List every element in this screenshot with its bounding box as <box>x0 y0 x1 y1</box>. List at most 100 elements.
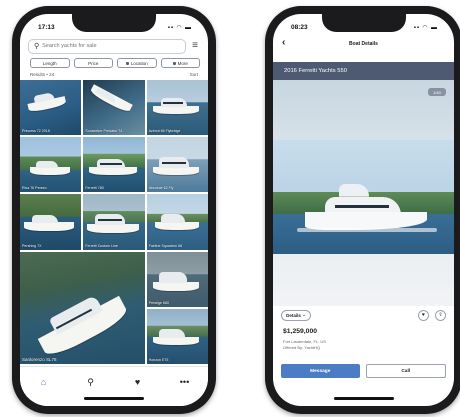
yacht-tile[interactable]: Ferretti 780 <box>83 137 145 193</box>
phone-notch <box>321 14 406 32</box>
home-indicator <box>333 397 394 400</box>
yacht-image <box>158 271 187 283</box>
boat-price: $1,259,000 <box>283 328 318 335</box>
search-results-screen: 17:13 ▪▪ ◠ ▬ ⚲ ≡ Length Price Location M… <box>20 14 208 406</box>
yacht-image <box>100 163 123 166</box>
message-button[interactable]: Message <box>281 364 360 378</box>
favorite-heart-button[interactable]: ♥ <box>418 309 429 321</box>
yacht-tile[interactable]: Fairline Squadron 68 <box>146 194 208 250</box>
tile-caption: Prestige 680 <box>148 300 169 305</box>
yacht-image <box>24 222 74 232</box>
tile-caption: Ferretti 780 <box>85 186 104 191</box>
bottom-tab-bar: ⌂ ⚲ ♥ ••• <box>20 366 208 406</box>
yacht-image <box>152 336 199 345</box>
tile-caption: Azimut 66 Flybridge <box>148 129 181 134</box>
results-row: Results • 24 Sort <box>30 72 198 77</box>
chevron-down-icon: ⌄ <box>300 312 306 317</box>
search-icon[interactable]: ⚲ <box>81 378 101 387</box>
filter-price-chip[interactable]: Price <box>73 58 113 68</box>
home-icon[interactable]: ⌂ <box>34 378 54 387</box>
share-button[interactable]: ⇪ <box>435 309 446 321</box>
tile-caption: Fairline Squadron 68 <box>148 243 183 248</box>
yacht-image <box>98 219 123 222</box>
tile-caption: Princess 72 2018 <box>22 129 50 134</box>
filter-length-chip[interactable]: Length <box>30 58 70 68</box>
boat-location: Fort Lauderdale, FL, US <box>283 339 326 344</box>
share-icon: ⇪ <box>438 312 443 318</box>
yacht-tile[interactable]: Prestige 680 <box>146 251 208 307</box>
yacht-windows <box>335 205 389 208</box>
yacht-tile[interactable]: Ferretti Custom Line <box>83 194 145 250</box>
status-icons: ▪▪ ◠ ▬ <box>167 24 192 31</box>
detail-header: ‹ Boat Details <box>273 36 454 52</box>
tile-caption: Ferretti Custom Line <box>85 243 118 248</box>
yacht-tile[interactable]: Absolute 62 Fly <box>146 137 208 193</box>
filter-more-chip[interactable]: More <box>160 58 200 68</box>
back-chevron-icon[interactable]: ‹ <box>282 37 285 48</box>
filter-menu-icon[interactable]: ≡ <box>190 41 200 51</box>
yacht-tile[interactable]: Princess 72 2018 <box>20 80 82 136</box>
heart-icon[interactable]: ♥ <box>128 378 148 387</box>
details-row: Details ⌄ ♥ ⇪ <box>281 308 446 322</box>
yacht-flybridge <box>339 184 369 198</box>
filter-chips: Length Price Location More <box>30 58 200 68</box>
yacht-image <box>152 281 199 291</box>
yacht-image <box>154 222 199 231</box>
tile-caption: Sanlorenzo SL78 <box>22 357 57 362</box>
yacht-image <box>87 224 140 234</box>
yacht-image <box>30 167 70 176</box>
tile-caption: Sunseeker Predator 74 <box>85 129 123 134</box>
location-icon <box>125 61 129 65</box>
details-dropdown-button[interactable]: Details ⌄ <box>281 309 311 321</box>
yacht-image <box>32 215 58 224</box>
tile-caption: Riva 76 Perseo <box>22 186 47 191</box>
offered-by: Offered By: YachtHQ <box>283 345 321 350</box>
home-indicator <box>84 397 144 400</box>
yacht-wake <box>297 228 437 232</box>
boat-title: 2016 Ferretti Yachts 550 <box>284 68 347 74</box>
yacht-tile[interactable]: Sunseeker Predator 74 <box>83 80 145 136</box>
yacht-image <box>162 102 183 104</box>
yacht-image <box>36 161 58 169</box>
yacht-tile[interactable]: Pershing 7X <box>20 194 82 250</box>
search-input[interactable] <box>42 43 180 49</box>
search-row: ⚲ ≡ <box>28 38 200 54</box>
results-count: Results • 24 <box>30 72 55 77</box>
chip-label: Location <box>130 60 148 66</box>
status-icons: ▪▪ ◠ ▬ <box>413 24 438 31</box>
details-label: Details <box>286 312 301 318</box>
yacht-image <box>152 167 199 176</box>
boat-details-screen: 08:23 ▪▪ ◠ ▬ ‹ Boat Details 2016 Ferrett… <box>273 14 454 406</box>
yacht-tile[interactable]: Horizon E75 <box>146 308 208 364</box>
chip-label: More <box>177 60 188 66</box>
phone-notch <box>72 14 156 32</box>
yacht-tile-featured[interactable]: Sanlorenzo SL78 <box>20 251 145 364</box>
filter-location-chip[interactable]: Location <box>117 58 157 68</box>
yacht-image <box>161 162 186 165</box>
yacht-tile[interactable]: Riva 76 Perseo <box>20 137 82 193</box>
phone-boat-details: 08:23 ▪▪ ◠ ▬ ‹ Boat Details 2016 Ferrett… <box>265 6 460 414</box>
tile-caption: Pershing 7X <box>22 243 42 248</box>
chip-label: Length <box>42 60 57 66</box>
search-box[interactable]: ⚲ <box>28 38 186 54</box>
more-filters-icon <box>172 61 176 65</box>
sort-link[interactable]: Sort <box>190 72 198 77</box>
yacht-image <box>158 328 185 338</box>
call-button[interactable]: Call <box>365 364 446 378</box>
status-time: 17:13 <box>38 23 55 31</box>
tile-caption: Absolute 62 Fly <box>148 186 174 191</box>
yacht-image <box>89 167 138 176</box>
heart-icon: ♥ <box>422 312 425 318</box>
more-icon[interactable]: ••• <box>175 378 195 387</box>
page-title: Boat Details <box>349 41 378 47</box>
yacht-tile[interactable]: Azimut 66 Flybridge <box>146 80 208 136</box>
yacht-image <box>160 214 185 224</box>
status-time: 08:23 <box>291 23 308 31</box>
tile-caption: Horizon E75 <box>148 358 169 362</box>
yacht-photo-grid: Princess 72 2018 Sunseeker Predator 74 A… <box>20 80 208 364</box>
boat-title-bar: 2016 Ferretti Yachts 550 <box>273 62 454 80</box>
chip-label: Price <box>88 60 99 66</box>
phone-search-results: 17:13 ▪▪ ◠ ▬ ⚲ ≡ Length Price Location M… <box>12 6 216 414</box>
search-icon: ⚲ <box>34 43 40 50</box>
boat-photo[interactable]: 1/40 <box>273 80 454 306</box>
